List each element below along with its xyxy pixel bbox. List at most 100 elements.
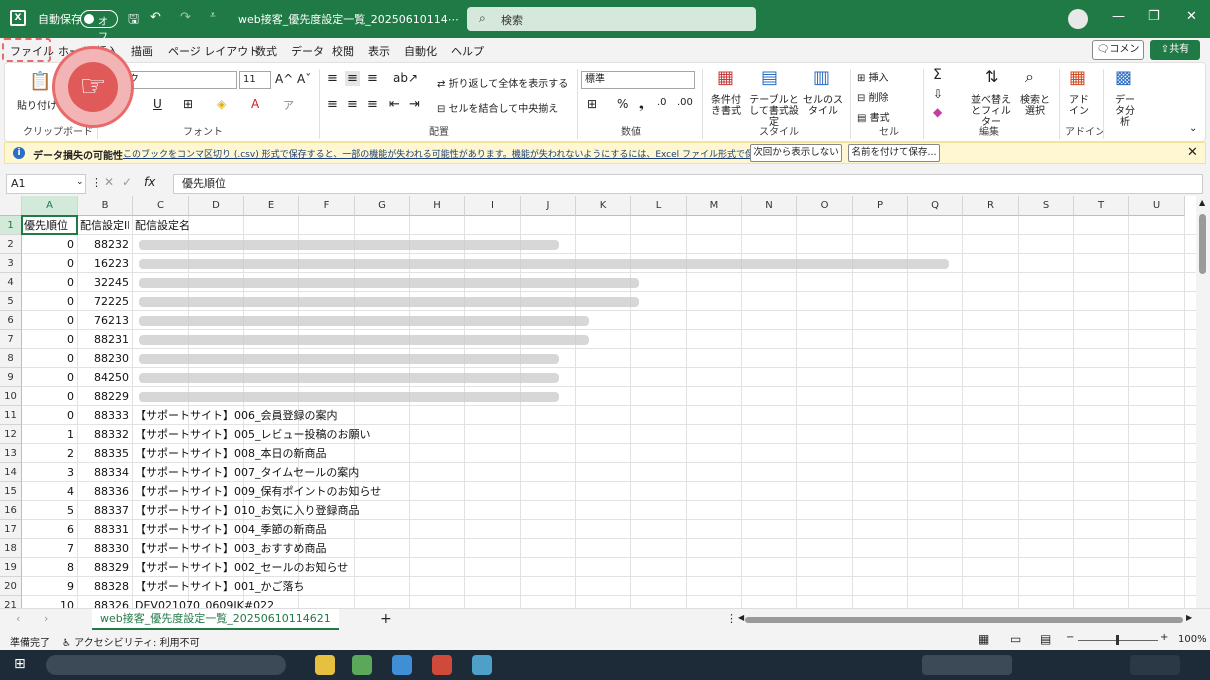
widget-icon[interactable] (922, 655, 1012, 675)
find-select-icon[interactable]: ⌕ (1025, 67, 1034, 87)
row-header[interactable]: 10 (0, 387, 22, 406)
name-box-dropdown-icon[interactable]: ⌄ (76, 177, 84, 187)
cell-delivery-id[interactable]: 88328 (80, 577, 129, 596)
cell-priority[interactable]: 0 (24, 387, 74, 406)
column-header[interactable]: A (22, 196, 78, 216)
scroll-left-icon[interactable]: ◀ (738, 613, 744, 622)
comment-button[interactable]: 🗨コメント (1092, 40, 1144, 73)
find-select-button[interactable]: 検索と選択 (1017, 95, 1053, 117)
align-center-icon[interactable]: ≡ (347, 97, 358, 112)
fill-icon[interactable]: ⇩ (933, 87, 943, 101)
cell-delivery-id[interactable]: 88326 (80, 596, 129, 608)
cell-priority[interactable]: 0 (24, 273, 74, 292)
cell-priority[interactable]: 7 (24, 539, 74, 558)
scroll-up-icon[interactable]: ▲ (1199, 198, 1205, 207)
cell-priority[interactable]: 8 (24, 558, 74, 577)
column-header[interactable]: U (1129, 196, 1185, 216)
save-as-button[interactable]: 名前を付けて保存... (848, 144, 940, 162)
cell-delivery-name[interactable]: 【サポートサイト】007_タイムセールの案内 (135, 463, 359, 482)
column-header[interactable]: G (355, 196, 410, 216)
page-break-view-icon[interactable]: ▤ (1040, 632, 1051, 646)
zoom-slider-thumb[interactable] (1116, 635, 1119, 645)
cell-delivery-id[interactable]: 88331 (80, 520, 129, 539)
cell-priority[interactable]: 0 (24, 349, 74, 368)
vertical-scroll-thumb[interactable] (1199, 214, 1206, 274)
menu-formulas[interactable]: 数式 (255, 43, 277, 59)
close-icon[interactable]: ✕ (1186, 9, 1197, 24)
cell-priority[interactable]: 0 (24, 311, 74, 330)
add-sheet-icon[interactable]: + (380, 611, 392, 627)
column-header[interactable]: E (244, 196, 299, 216)
cell-delivery-id[interactable]: 72225 (80, 292, 129, 311)
cell-priority[interactable]: 0 (24, 254, 74, 273)
fill-color-icon[interactable]: ◈ (217, 97, 226, 111)
cell-priority[interactable]: 5 (24, 501, 74, 520)
row-header[interactable]: 9 (0, 368, 22, 387)
menu-help[interactable]: ヘルプ (451, 43, 484, 59)
cell-delivery-name[interactable]: DEV021070_0609JK#022 (135, 596, 274, 608)
paste-button[interactable]: 貼り付け (17, 97, 57, 112)
cell-delivery-id[interactable]: 88231 (80, 330, 129, 349)
column-header[interactable]: S (1019, 196, 1074, 216)
cell-style-icon[interactable]: ▥ (813, 67, 830, 88)
row-header[interactable]: 17 (0, 520, 22, 539)
accessibility-status[interactable]: アクセシビリティ: 利用不可 (74, 638, 199, 649)
font-name-select[interactable]: ク (125, 71, 237, 89)
insert-cells-button[interactable]: 挿入 (869, 73, 889, 84)
align-bottom-icon[interactable]: ≡ (367, 71, 378, 86)
minimize-icon[interactable]: — (1112, 9, 1125, 24)
column-header[interactable]: L (631, 196, 687, 216)
addin-button[interactable]: アドイン (1065, 95, 1093, 117)
menu-draw[interactable]: 描画 (131, 43, 153, 59)
row-header[interactable]: 5 (0, 292, 22, 311)
scroll-right-icon[interactable]: ▶ (1186, 613, 1192, 622)
infobar-close-icon[interactable]: ✕ (1187, 145, 1198, 160)
infobar-message[interactable]: このブックをコンマ区切り (.csv) 形式で保存すると、一部の機能が失われる可… (123, 147, 825, 160)
cell-priority[interactable]: 0 (24, 330, 74, 349)
row-header[interactable]: 11 (0, 406, 22, 425)
align-middle-icon[interactable]: ≡ (345, 71, 360, 86)
row-header[interactable]: 7 (0, 330, 22, 349)
underline-icon[interactable]: U (153, 97, 162, 111)
formula-input[interactable]: 優先順位 (173, 174, 1203, 194)
menu-automate[interactable]: 自動化 (404, 43, 437, 59)
customize-qat-icon[interactable]: ⩡ (210, 10, 216, 21)
column-header[interactable]: T (1074, 196, 1129, 216)
clear-icon[interactable]: ◆ (933, 105, 942, 119)
chrome-icon[interactable] (352, 655, 372, 675)
start-icon[interactable]: ⊞ (14, 656, 26, 672)
cell-delivery-id[interactable]: 88332 (80, 425, 129, 444)
cell-delivery-name[interactable]: 【サポートサイト】005_レビュー投稿のお願い (135, 425, 371, 444)
cell-priority[interactable]: 6 (24, 520, 74, 539)
column-header[interactable]: P (853, 196, 908, 216)
cell-delivery-name[interactable]: 【サポートサイト】009_保有ポイントのお知らせ (135, 482, 381, 501)
row-header[interactable]: 18 (0, 539, 22, 558)
cell-delivery-name[interactable]: 【サポートサイト】004_季節の新商品 (135, 520, 327, 539)
sheet-tab-active[interactable]: web接客_優先度設定一覧_20250610114621 (92, 609, 339, 630)
column-header[interactable]: J (521, 196, 576, 216)
cell-priority[interactable]: 0 (24, 406, 74, 425)
align-left-icon[interactable]: ≡ (327, 97, 338, 112)
cell-delivery-id[interactable]: 84250 (80, 368, 129, 387)
worksheet-grid[interactable]: ABCDEFGHIJKLMNOPQRSTU1優先順位配信設定ID配信設定名208… (0, 196, 1196, 608)
cell-delivery-id[interactable]: 88229 (80, 387, 129, 406)
cell-priority[interactable]: 0 (24, 235, 74, 254)
column-header[interactable]: I (465, 196, 521, 216)
document-title[interactable]: web接客_優先度設定一覧_20250610114⋯ (238, 11, 459, 27)
cancel-entry-icon[interactable]: ✕ (104, 175, 114, 189)
percent-icon[interactable]: % (617, 97, 628, 111)
decrease-decimal-icon[interactable]: .00 (677, 97, 693, 108)
cell-delivery-id[interactable]: 88334 (80, 463, 129, 482)
zoom-out-icon[interactable]: − (1066, 632, 1074, 643)
align-right-icon[interactable]: ≡ (367, 97, 378, 112)
share-button[interactable]: ⇪共有 (1150, 40, 1200, 60)
column-header[interactable]: C (133, 196, 189, 216)
cell-delivery-name[interactable]: 【サポートサイト】008_本日の新商品 (135, 444, 327, 463)
row-header[interactable]: 12 (0, 425, 22, 444)
vertical-scrollbar[interactable]: ▲ (1196, 196, 1210, 608)
column-header[interactable]: R (963, 196, 1019, 216)
insert-function-icon[interactable]: fx (144, 175, 155, 189)
cell-style-button[interactable]: セルのスタイル (803, 95, 843, 117)
cell-priority[interactable]: 3 (24, 463, 74, 482)
cell-delivery-id[interactable]: 88337 (80, 501, 129, 520)
